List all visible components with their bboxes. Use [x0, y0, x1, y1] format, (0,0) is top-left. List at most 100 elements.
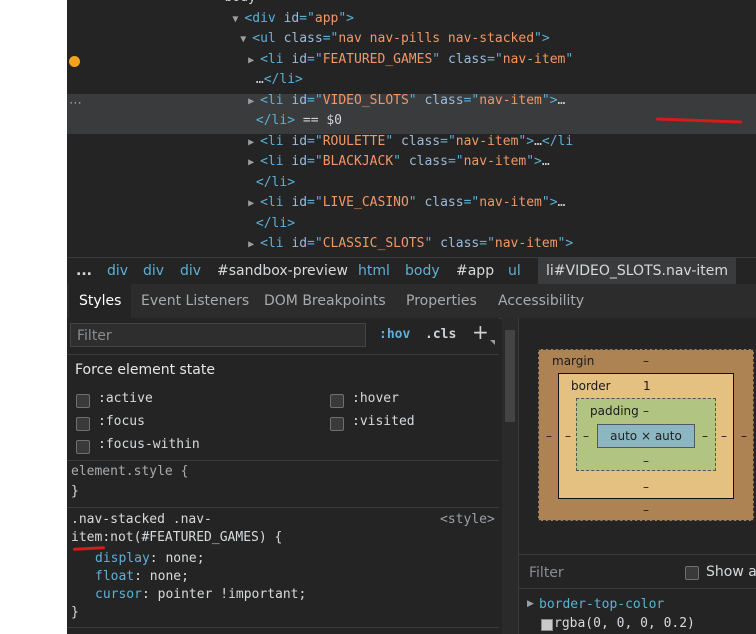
margin-top-value: –	[643, 354, 649, 368]
declaration-cursor[interactable]: cursor: pointer !important;	[95, 587, 306, 602]
cls-toggle-button[interactable]: .cls	[425, 327, 456, 342]
styles-pane: Filter :hov .cls + Force element state :…	[67, 318, 499, 634]
dom-node-line[interactable]: ▶ <li id="LIVE_CASINO" class="nav-item">…	[248, 193, 565, 213]
tab-styles[interactable]: Styles	[69, 284, 132, 320]
dom-token: FEATURED_GAMES	[322, 51, 433, 67]
state-active-checkbox[interactable]	[76, 394, 90, 408]
padding-left-value: –	[583, 429, 589, 443]
dom-token: class	[283, 31, 323, 46]
node-actions-ellipsis-icon[interactable]: ⋯	[69, 96, 82, 111]
dom-token: …	[255, 72, 264, 87]
padding-top-value: –	[643, 404, 649, 418]
dom-node-line[interactable]: …</li>	[256, 70, 303, 90]
dom-node-line[interactable]: <body>	[217, 0, 264, 8]
rule-source-link[interactable]: <style>	[440, 512, 495, 527]
color-swatch-icon[interactable]	[541, 619, 553, 631]
dom-token: "	[565, 51, 574, 67]
dom-token: ">	[534, 31, 550, 46]
declaration-display[interactable]: display: none;	[95, 551, 205, 566]
collapse-triangle-icon[interactable]: ▼	[232, 10, 244, 30]
dom-node-line[interactable]: </li> == $0	[256, 111, 342, 131]
new-style-rule-button[interactable]: +	[472, 320, 489, 344]
breadcrumb-ellipsis[interactable]: ...	[76, 258, 92, 284]
dom-node-line[interactable]: </li>	[256, 173, 295, 193]
expand-triangle-icon[interactable]: ▶	[248, 92, 260, 112]
breadcrumb-item[interactable]: li#VIDEO_SLOTS.nav-item	[538, 258, 736, 284]
expand-triangle-icon[interactable]: ▶	[248, 153, 260, 173]
breadcrumb-item[interactable]: html	[358, 258, 390, 284]
expand-triangle-icon[interactable]: ▶	[248, 194, 260, 214]
dom-token: ="	[463, 195, 480, 210]
force-element-state-title: Force element state	[75, 362, 215, 378]
dom-node-line[interactable]: </li>	[256, 214, 295, 234]
dom-token: <li	[260, 133, 292, 149]
elements-tree-panel[interactable]: <body>▼<div id="app">▼<ul class="nav nav…	[67, 0, 756, 256]
dom-token: id	[283, 10, 300, 26]
dom-token: id	[291, 154, 308, 169]
tab-dom-breakpoints[interactable]: DOM Breakpoints	[264, 284, 386, 318]
rule-selector-line-1[interactable]: .nav-stacked .nav-	[71, 512, 212, 527]
dom-token: ="	[440, 133, 456, 149]
dom-node-line[interactable]: ▼ <ul class="nav nav-pills nav-stacked">	[240, 29, 549, 49]
element-style-selector[interactable]: element.style {	[71, 464, 188, 479]
styles-filter-input[interactable]: Filter	[70, 323, 366, 347]
breadcrumb: ... div div div #sandbox-preview html body #app…	[67, 257, 756, 284]
border-bottom-value: –	[643, 480, 649, 494]
tab-accessibility[interactable]: Accessibility	[498, 284, 584, 318]
dom-token: "	[408, 92, 425, 108]
tab-properties[interactable]: Properties	[406, 284, 477, 318]
expand-triangle-icon[interactable]: ▶	[527, 599, 534, 609]
breadcrumb-item[interactable]: div	[180, 258, 201, 284]
declaration-float-prop: float	[95, 569, 135, 584]
dom-token: ="	[322, 31, 339, 46]
expand-triangle-icon[interactable]: ▶	[248, 133, 260, 153]
padding-right-value: –	[702, 429, 708, 443]
hov-toggle-button[interactable]: :hov	[379, 327, 410, 342]
dom-token: id	[291, 236, 308, 251]
declaration-display-value: none;	[165, 551, 205, 566]
dom-token: id	[291, 51, 308, 67]
left-blank-area	[0, 0, 67, 634]
dom-node-line[interactable]: ▼ <div id="app">	[232, 9, 354, 29]
dom-token: "	[432, 51, 448, 67]
dom-node-line[interactable]: ▶ <li id="CLASSIC_SLOTS" class="nav-item"…	[248, 234, 573, 254]
border-label: border	[571, 379, 611, 393]
dom-token: ="	[299, 10, 315, 26]
dom-token: ="	[307, 154, 323, 169]
dom-token: "	[424, 236, 441, 251]
breadcrumb-item[interactable]: body	[405, 258, 440, 284]
computed-filter-input[interactable]: Filter	[529, 565, 564, 581]
computed-property-name[interactable]: border-top-color	[539, 597, 664, 612]
breadcrumb-item[interactable]: #app	[456, 258, 494, 284]
dom-node-line[interactable]: ▶ <li id="BLACKJACK" class="nav-item">…	[248, 152, 550, 172]
expand-triangle-icon[interactable]: ▶	[248, 51, 260, 71]
state-focus-within-checkbox[interactable]	[76, 440, 90, 454]
state-focus-checkbox[interactable]	[76, 417, 90, 431]
breadcrumb-item[interactable]: #sandbox-preview	[217, 258, 348, 284]
dom-token: ="	[307, 92, 323, 108]
box-model-content[interactable]: auto × auto	[597, 424, 695, 448]
tab-event-listeners[interactable]: Event Listeners	[141, 284, 249, 318]
dom-node-line[interactable]: ▶ <li id="ROULETTE" class="nav-item">…</l…	[248, 132, 573, 152]
breadcrumb-item[interactable]: div	[143, 258, 164, 284]
breadcrumb-item[interactable]: div	[107, 258, 128, 284]
dom-token: ">	[518, 133, 535, 149]
styles-scrollbar-thumb[interactable]	[505, 330, 515, 422]
declaration-float[interactable]: float: none;	[95, 569, 189, 584]
padding-bottom-value: –	[643, 454, 649, 468]
state-hover-checkbox[interactable]	[330, 394, 344, 408]
collapse-triangle-icon[interactable]: ▼	[240, 30, 252, 50]
dom-node-line[interactable]: ▶ <li id="FEATURED_GAMES" class="nav-item…	[248, 50, 573, 70]
rule-selector-line-2[interactable]: item:not(#FEATURED_GAMES) {	[71, 530, 282, 545]
rule-menu-corner-icon[interactable]	[490, 340, 495, 345]
breadcrumb-item[interactable]: ul	[508, 258, 521, 284]
breakpoint-dot-icon[interactable]	[69, 56, 80, 67]
state-visited-checkbox[interactable]	[330, 417, 344, 431]
dom-token: id	[291, 195, 308, 210]
dom-token: == $0	[295, 113, 343, 128]
show-all-checkbox[interactable]	[685, 566, 699, 580]
dom-node-line[interactable]: ▶ <li id="VIDEO_SLOTS" class="nav-item">…	[248, 91, 565, 111]
dom-token: VIDEO_SLOTS	[322, 92, 409, 108]
dom-token: id	[291, 133, 308, 149]
expand-triangle-icon[interactable]: ▶	[248, 235, 260, 255]
